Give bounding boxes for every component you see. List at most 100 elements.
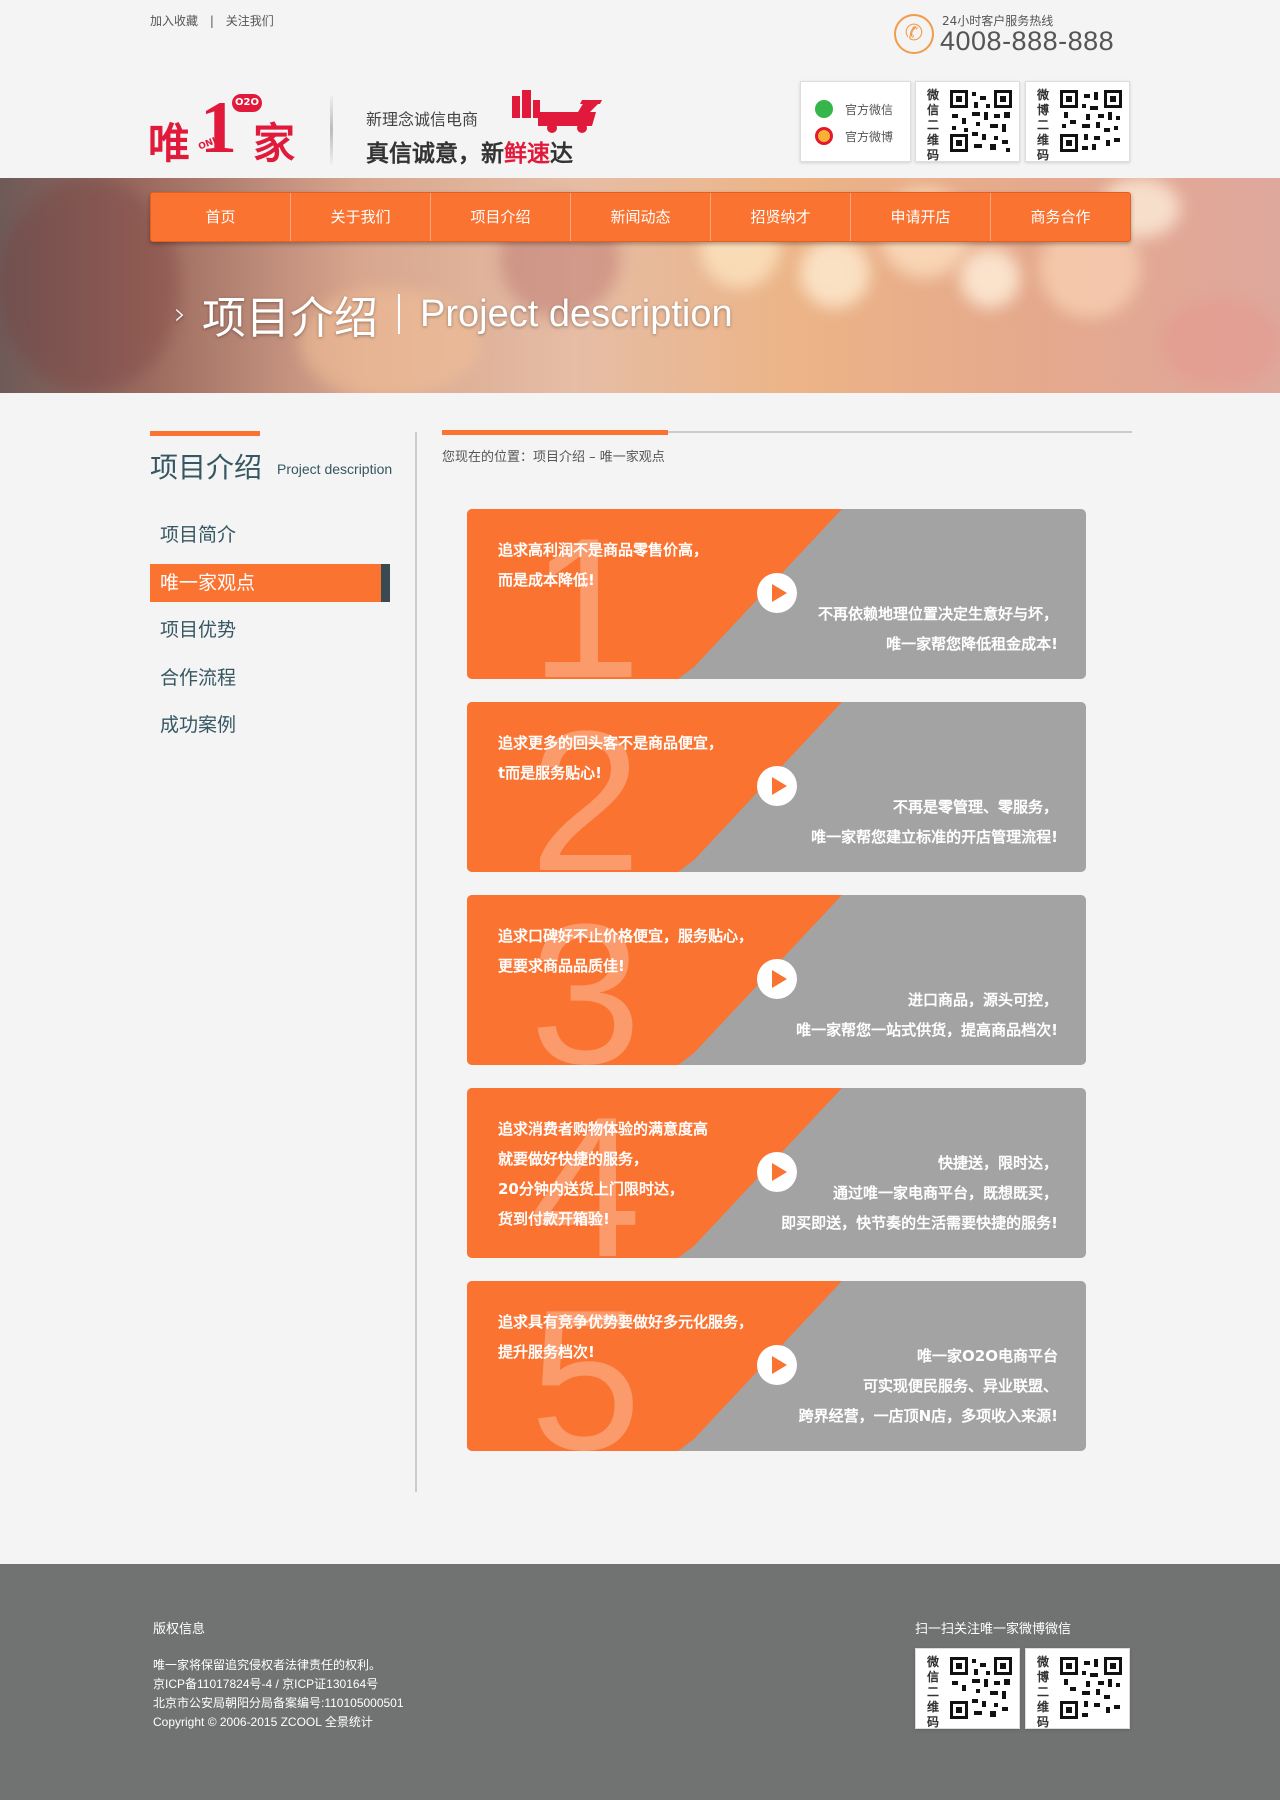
footer-copyright: 唯一家将保留追究侵权者法律责任的权利。 京ICP备11017824号-4 / 京… [153,1656,404,1732]
nav-news[interactable]: 新闻动态 [571,193,711,241]
sidebar-title: 项目介绍 [150,451,263,484]
hero-title-en: Project description [420,292,733,335]
card-right-text: 快捷送，限时达， 通过唯一家电商平台，既想既买， 即买即送，快节奏的生活需要快捷的服… [781,1148,1058,1238]
card-left-text: 追求更多的回头客不是商品便宜， t而是服务贴心! [498,728,723,788]
hotline-number: 4008-888-888 [940,26,1115,56]
weibo-label: 官方微博 [845,129,894,144]
qr-code-icon [1060,1657,1122,1719]
nav-jobs[interactable]: 招贤纳才 [711,193,851,241]
hero-title-cn: 项目介绍 [202,293,378,344]
official-accounts-box: 官方微信 官方微博 [800,81,911,162]
top-links: 加入收藏 | 关注我们 [150,12,282,29]
nav-home[interactable]: 首页 [151,193,291,241]
nav-project[interactable]: 项目介绍 [431,193,571,241]
card-left-line: 追求更多的回头客不是商品便宜， [498,734,724,752]
viewpoint-card: 2 追求更多的回头客不是商品便宜， t而是服务贴心! 不再是零管理、零服务， 唯一家帮您… [467,702,1086,872]
nav-about[interactable]: 关于我们 [291,193,431,241]
card-left-line: 提升服务档次! [498,1343,595,1361]
sidebar-accent-bar [150,431,260,436]
wechat-label: 官方微信 [845,102,894,117]
card-left-line: t而是服务贴心! [498,764,603,782]
play-icon[interactable] [757,766,797,806]
card-left-text: 追求高利润不是商品零售价高， 而是成本降低! [498,535,708,595]
card-left-text: 追求消费者购物体验的满意度高 就要做好快捷的服务， 20分钟内送货上门限时达， 货到付… [498,1114,708,1234]
viewpoint-card: 1 追求高利润不是商品零售价高， 而是成本降低! 不再依赖地理位置决定生意好与坏， 唯一… [467,509,1086,679]
card-right-line: 不再是零管理、零服务， [892,798,1058,816]
viewpoint-card: 3 追求口碑好不止价格便宜，服务贴心， 更要求商品品质佳! 进口商品，源头可控， 唯一家… [467,895,1086,1065]
hero-title: › 项目介绍 Project description [174,282,733,346]
breadcrumb: 您现在的位置：项目介绍 – 唯一家观点 [442,450,665,465]
footer-line: 北京市公安局朝阳分局备案编号:110105000501 [153,1696,404,1710]
sidebar-item-cases[interactable]: 成功案例 [150,706,390,744]
card-right-line: 进口商品，源头可控， [907,991,1058,1009]
main-nav: 首页 关于我们 项目介绍 新闻动态 招贤纳才 申请开店 商务合作 [150,192,1131,242]
play-icon[interactable] [757,573,797,613]
follow-us-link[interactable]: 关注我们 [226,14,274,28]
footer-line: Copyright © 2006-2015 ZCOOL 全景统计 [153,1715,373,1729]
card-right-text: 进口商品，源头可控， 唯一家帮您一站式供货，提高商品档次! [796,985,1058,1045]
wechat-qr-label: 微信二维码 [926,1655,939,1729]
sidebar-item-advantages[interactable]: 项目优势 [150,611,390,649]
wechat-link[interactable]: 官方微信 [815,100,893,118]
wechat-icon [815,100,833,118]
card-right-text: 不再是零管理、零服务， 唯一家帮您建立标准的开店管理流程! [811,792,1058,852]
footer-wechat-qr-card: 微信二维码 [915,1648,1020,1729]
weibo-link[interactable]: 官方微博 [815,127,893,145]
card-left-line: 追求具有竞争优势要做好多元化服务， [498,1313,754,1331]
card-right-text: 唯一家O2O电商平台 可实现便民服务、异业联盟、 跨界经营，一店顶N店，多项收入来源… [799,1341,1058,1431]
sidebar-subtitle: Project description [277,461,393,477]
footer-line: 唯一家将保留追究侵权者法律责任的权利。 [153,1658,382,1672]
add-favorite-link[interactable]: 加入收藏 [150,14,198,28]
weibo-qr-label: 微博二维码 [1036,1655,1049,1729]
hotline: ✆ 24小时客户服务热线 4008-888-888 [892,10,1132,60]
card-left-line: 更要求商品品质佳! [498,957,625,975]
chevron-right-icon: › [174,296,186,332]
wechat-qr-label: 微信二维码 [926,88,939,162]
footer-weibo-qr-card: 微博二维码 [1025,1648,1130,1729]
slogan-line2: 真信诚意，新鲜速达 [366,141,573,167]
footer-icp-line[interactable]: 京ICP备11017824号-4 / 京ICP证130164号 [153,1675,404,1694]
card-left-line: 20分钟内送货上门限时达， [498,1180,684,1198]
card-right-line: 通过唯一家电商平台，既想既买， [832,1184,1058,1202]
card-right-line: 唯一家帮您降低租金成本! [886,635,1058,653]
card-right-line: 唯一家O2O电商平台 [917,1347,1058,1365]
sidebar-menu: 项目简介 唯一家观点 项目优势 合作流程 成功案例 [150,516,390,754]
logo-text-wei: 唯 [148,119,191,168]
card-right-line: 不再依赖地理位置决定生意好与坏， [817,605,1058,623]
play-icon[interactable] [757,959,797,999]
qr-code-icon [950,1657,1012,1719]
weibo-icon [815,127,833,145]
card-right-line: 可实现便民服务、异业联盟、 [862,1377,1058,1395]
delivery-truck-icon [512,90,602,133]
card-left-line: 追求高利润不是商品零售价高， [498,541,709,559]
header-divider [330,96,333,164]
logo-text-jia: 家 [253,119,296,168]
card-right-text: 不再依赖地理位置决定生意好与坏， 唯一家帮您降低租金成本! [818,599,1058,659]
sidebar-item-viewpoint[interactable]: 唯一家观点 [150,563,390,602]
footer-title: 版权信息 [153,1622,206,1637]
card-right-line: 唯一家帮您一站式供货，提高商品档次! [796,1021,1058,1039]
qr-code-icon [950,90,1012,152]
footer-qr-title: 扫一扫关注唯一家微博微信 [915,1622,1072,1637]
column-divider [415,432,417,1492]
card-left-text: 追求具有竞争优势要做好多元化服务， 提升服务档次! [498,1307,753,1367]
card-left-line: 追求口碑好不止价格便宜，服务贴心， [498,927,754,945]
sidebar-item-process[interactable]: 合作流程 [150,659,390,697]
viewpoint-card: 5 追求具有竞争优势要做好多元化服务， 提升服务档次! 唯一家O2O电商平台 可实现便民… [467,1281,1086,1451]
card-right-line: 即买即送，快节奏的生活需要快捷的服务! [781,1214,1058,1232]
card-left-text: 追求口碑好不止价格便宜，服务贴心， 更要求商品品质佳! [498,921,753,981]
nav-open-store[interactable]: 申请开店 [851,193,991,241]
logo[interactable]: 唯 1 O2O ONLY 家 [148,87,308,169]
content-accent-bar [442,430,668,435]
play-icon[interactable] [757,1345,797,1385]
viewpoint-card: 4 追求消费者购物体验的满意度高 就要做好快捷的服务， 20分钟内送货上门限时达， 货到… [467,1088,1086,1258]
nav-business[interactable]: 商务合作 [991,193,1130,241]
separator: | [209,14,214,28]
card-left-line: 货到付款开箱验! [498,1210,610,1228]
weibo-qr-card: 微博二维码 [1025,81,1130,162]
logo-text-one: 1 [200,87,237,169]
phone-icon: ✆ [894,14,934,54]
sidebar-item-intro[interactable]: 项目简介 [150,516,390,554]
hero-title-divider [398,294,400,334]
card-left-line: 就要做好快捷的服务， [498,1150,649,1168]
